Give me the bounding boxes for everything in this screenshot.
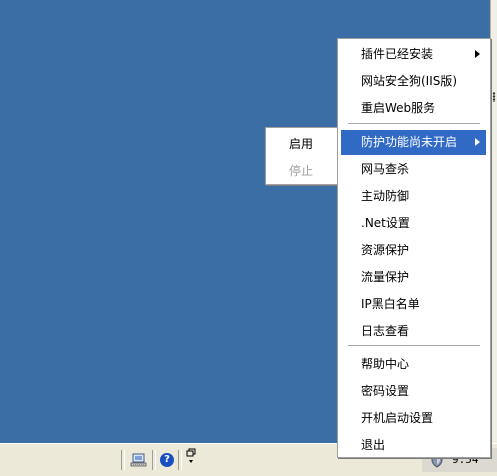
menu-item-safedog-iis[interactable]: 网站安全狗(IIS版)	[341, 69, 486, 94]
submenu-arrow-icon	[475, 50, 480, 58]
menu-item-password-settings[interactable]: 密码设置	[341, 379, 486, 404]
menu-item-protection-disabled[interactable]: 防护功能尚未开启	[341, 130, 486, 155]
menu-item-restart-web[interactable]: 重启Web服务	[341, 96, 486, 121]
menu-item-log-view[interactable]: 日志查看	[341, 319, 486, 344]
menu-item-trojan-scan[interactable]: 网马查杀	[341, 157, 486, 182]
grip-dots[interactable]	[492, 92, 496, 102]
submenu-arrow-icon	[475, 138, 480, 146]
menu-item-net-settings[interactable]: .Net设置	[341, 211, 486, 236]
menu-item-ip-blacklist[interactable]: IP黑白名单	[341, 292, 486, 317]
menu-item-plugin-installed[interactable]: 插件已经安装	[341, 42, 486, 67]
menu-item-help-center[interactable]: 帮助中心	[341, 352, 486, 377]
network-icon[interactable]	[130, 452, 148, 468]
submenu-item-stop: 停止	[289, 164, 314, 178]
menu-item-resource-protection[interactable]: 资源保护	[341, 238, 486, 263]
menu-item-label: 防护功能尚未开启	[361, 135, 458, 149]
window-restore-icon[interactable]	[182, 448, 200, 465]
taskbar-separator	[152, 450, 156, 470]
menu-item-traffic-protection[interactable]: 流量保护	[341, 265, 486, 290]
protection-submenu: 启用 停止	[265, 127, 340, 185]
menu-item-active-defense[interactable]: 主动防御	[341, 184, 486, 209]
menu-separator	[348, 345, 480, 347]
submenu-item-enable[interactable]: 启用	[266, 131, 339, 157]
menu-separator	[348, 123, 480, 125]
tray-context-menu: 插件已经安装 网站安全狗(IIS版) 重启Web服务 防护功能尚未开启 网马查杀…	[337, 38, 491, 458]
menu-item-exit[interactable]: 退出	[341, 433, 486, 458]
menu-item-label: 插件已经安装	[361, 47, 434, 61]
taskbar-separator	[121, 450, 125, 470]
window-edge	[490, 0, 497, 443]
menu-item-startup-settings[interactable]: 开机启动设置	[341, 406, 486, 431]
help-icon[interactable]: ?	[158, 452, 176, 468]
